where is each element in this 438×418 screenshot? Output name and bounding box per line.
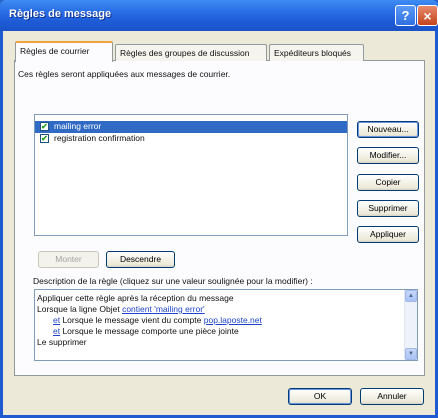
copy-rule-button[interactable]: Copier [357,174,419,191]
description-text: Lorsque le message comporte une pièce jo… [60,326,239,336]
rule-description-box: Appliquer cette règle après la réception… [34,289,418,361]
rules-list[interactable]: ✔ mailing error ✔ registration confirmat… [34,114,348,236]
description-line: Appliquer cette règle après la réception… [37,293,234,303]
description-text: Lorsque la ligne Objet [37,304,123,314]
rule-label: registration confirmation [54,133,145,143]
description-line: Le supprimer [37,337,87,347]
description-text: Lorsque le message vient du compte [60,315,204,325]
description-line: et Lorsque le message comporte une pièce… [37,326,262,337]
tab-blocked-senders[interactable]: Expéditeurs bloqués [269,44,364,61]
ok-button[interactable]: OK [288,388,352,405]
tab-mail-rules[interactable]: Règles de courrier [15,41,113,62]
scroll-up-icon[interactable]: ▲ [405,290,417,302]
apply-rules-button[interactable]: Appliquer [357,226,419,243]
subject-condition-link[interactable]: contient 'mailing error' [122,304,205,314]
tab-news-rules[interactable]: Règles des groupes de discussion [115,44,267,61]
close-button[interactable]: × [417,5,438,26]
intro-text: Ces règles seront appliquées aux message… [18,69,231,79]
move-up-button[interactable]: Monter [38,251,99,268]
description-scrollbar[interactable]: ▲ ▼ [404,290,417,360]
rule-checkbox[interactable]: ✔ [40,122,49,131]
new-rule-button[interactable]: Nouveau... [357,121,419,138]
description-line: et Lorsque le message vient du compte po… [37,315,262,326]
rule-row[interactable]: ✔ mailing error [35,121,347,133]
account-link[interactable]: pop.laposte.net [204,315,262,325]
title-bar[interactable]: Règles de message ? × [0,0,438,31]
rule-label: mailing error [54,121,102,131]
rule-checkbox[interactable]: ✔ [40,134,49,143]
window-title: Règles de message [9,8,112,20]
description-line: Lorsque la ligne Objet contient 'mailing… [37,304,262,315]
delete-rule-button[interactable]: Supprimer [357,200,419,217]
modify-rule-button[interactable]: Modifier... [357,147,419,164]
rule-row[interactable]: ✔ registration confirmation [35,133,347,145]
cancel-button[interactable]: Annuler [360,388,424,405]
description-label: Description de la règle (cliquez sur une… [33,276,313,286]
help-button[interactable]: ? [395,5,416,26]
scroll-down-icon[interactable]: ▼ [405,348,417,360]
move-down-button[interactable]: Descendre [106,251,175,268]
